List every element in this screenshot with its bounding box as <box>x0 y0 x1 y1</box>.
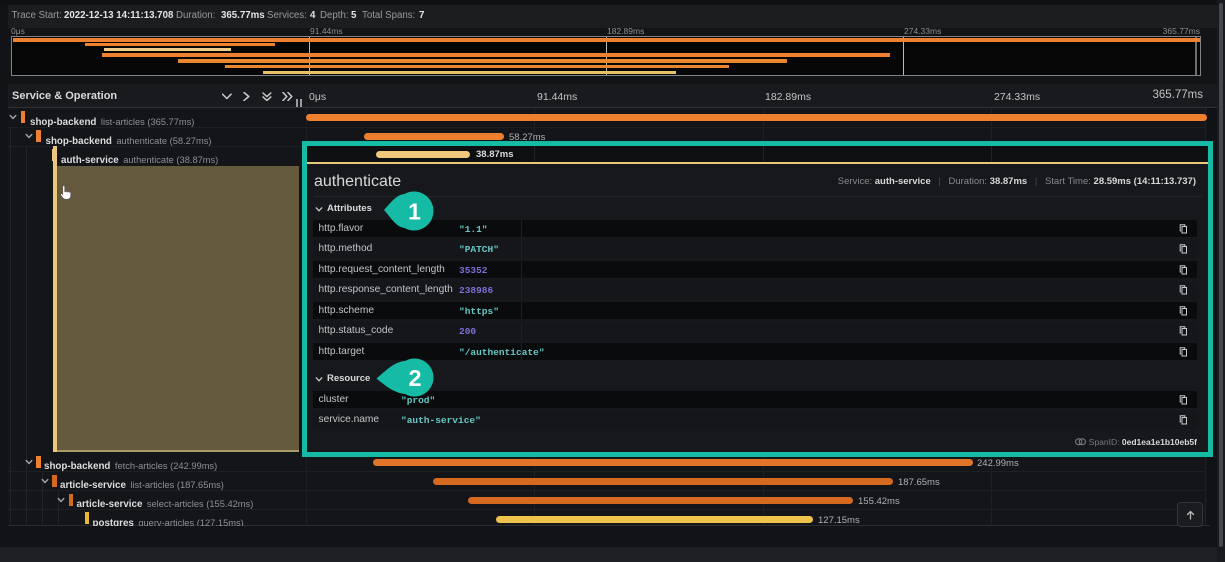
svg-text:2: 2 <box>408 365 421 391</box>
svg-text:1: 1 <box>408 198 421 224</box>
